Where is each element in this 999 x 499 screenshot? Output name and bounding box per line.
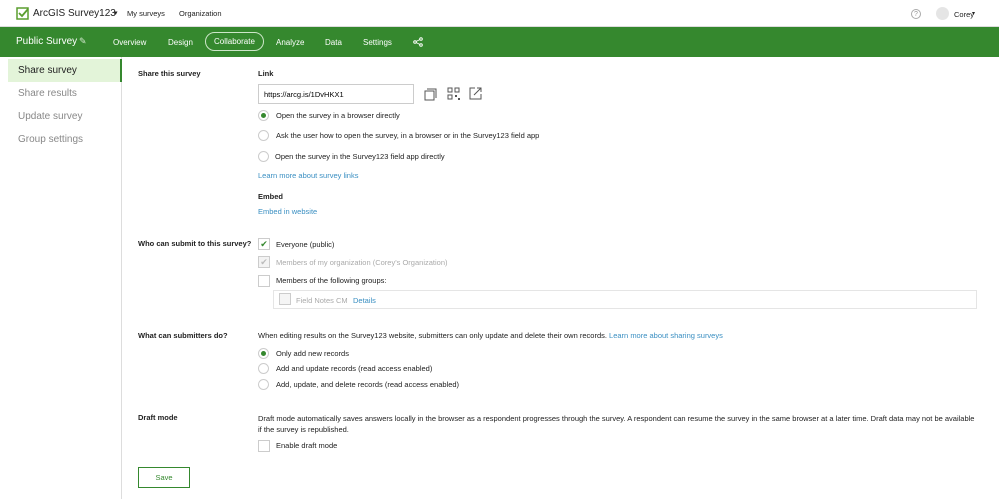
- draft-description: Draft mode automatically saves answers l…: [258, 414, 975, 434]
- checkbox-org: ✔: [258, 256, 270, 268]
- survey-title: Public Survey: [16, 36, 78, 47]
- edit-pencil-icon[interactable]: ✎: [79, 36, 87, 47]
- option-groups: Members of the following groups:: [276, 276, 387, 285]
- sidebar-item-update-survey[interactable]: Update survey: [8, 105, 122, 128]
- help-icon[interactable]: ?: [911, 9, 921, 19]
- survey-link-input[interactable]: [258, 84, 414, 104]
- option-only-add: Only add new records: [276, 349, 349, 358]
- nav-my-surveys[interactable]: My surveys: [127, 9, 165, 18]
- group-details-link[interactable]: Details: [353, 296, 376, 305]
- qr-code-icon[interactable]: [447, 87, 460, 100]
- option-org: Members of my organization (Corey's Orga…: [276, 258, 448, 267]
- sidebar-item-share-results[interactable]: Share results: [8, 82, 122, 105]
- tab-overview[interactable]: Overview: [113, 38, 146, 47]
- top-bar: ArcGIS Survey123 ▾ My surveys Organizati…: [0, 0, 999, 27]
- tab-analyze[interactable]: Analyze: [276, 38, 304, 47]
- who-section-label: Who can submit to this survey?: [138, 239, 252, 248]
- checkbox-draft-mode[interactable]: [258, 440, 270, 452]
- share-icon[interactable]: [413, 37, 423, 47]
- radio-add-update[interactable]: [258, 363, 269, 374]
- sidebar: Share survey Share results Update survey…: [8, 57, 122, 499]
- group-name: Field Notes CM: [296, 296, 348, 305]
- user-dropdown-icon[interactable]: ▾: [972, 10, 975, 17]
- user-menu[interactable]: Corey: [954, 10, 974, 19]
- option-add-update: Add and update records (read access enab…: [276, 364, 433, 373]
- tab-design[interactable]: Design: [168, 38, 193, 47]
- radio-add-update-delete[interactable]: [258, 379, 269, 390]
- draft-section-label: Draft mode: [138, 413, 178, 422]
- sidebar-item-group-settings[interactable]: Group settings: [8, 128, 122, 151]
- option-open-field-app: Open the survey in the Survey123 field a…: [275, 152, 445, 161]
- tab-collaborate[interactable]: Collaborate: [205, 32, 264, 51]
- sidebar-item-share-survey[interactable]: Share survey: [8, 59, 122, 82]
- learn-more-sharing-link[interactable]: Learn more about sharing surveys: [609, 331, 723, 340]
- checkbox-group-field-notes: [279, 293, 291, 305]
- tab-data[interactable]: Data: [325, 38, 342, 47]
- save-button[interactable]: Save: [138, 467, 190, 488]
- what-note-text: When editing results on the Survey123 we…: [258, 331, 607, 340]
- checkbox-everyone[interactable]: ✔: [258, 238, 270, 250]
- radio-ask-user[interactable]: [258, 130, 269, 141]
- app-dropdown-icon[interactable]: ▾: [114, 9, 118, 17]
- option-ask-user: Ask the user how to open the survey, in …: [276, 131, 540, 140]
- radio-open-field-app[interactable]: [258, 151, 269, 162]
- open-external-icon[interactable]: [469, 87, 482, 100]
- what-note: When editing results on the Survey123 we…: [258, 331, 723, 340]
- option-open-browser: Open the survey in a browser directly: [276, 111, 400, 120]
- survey-nav-bar: Public Survey ✎ Overview Design Collabor…: [0, 27, 999, 57]
- what-section-label: What can submitters do?: [138, 331, 228, 340]
- app-title[interactable]: ArcGIS Survey123: [33, 8, 116, 19]
- share-section-label: Share this survey: [138, 69, 201, 78]
- link-heading: Link: [258, 69, 274, 78]
- embed-in-website-link[interactable]: Embed in website: [258, 207, 317, 216]
- avatar[interactable]: [936, 7, 949, 20]
- groups-list: [273, 290, 977, 309]
- option-add-update-delete: Add, update, and delete records (read ac…: [276, 380, 460, 389]
- radio-only-add[interactable]: [258, 348, 269, 359]
- checkbox-groups[interactable]: [258, 275, 270, 287]
- embed-heading: Embed: [258, 192, 284, 201]
- learn-more-survey-links[interactable]: Learn more about survey links: [258, 171, 358, 180]
- radio-open-browser[interactable]: [258, 110, 269, 121]
- tab-settings[interactable]: Settings: [363, 38, 392, 47]
- nav-organization[interactable]: Organization: [179, 9, 222, 18]
- option-everyone: Everyone (public): [276, 240, 335, 249]
- option-draft-mode: Enable draft mode: [276, 441, 338, 450]
- survey123-logo-icon: [16, 7, 29, 20]
- copy-icon[interactable]: [424, 88, 437, 101]
